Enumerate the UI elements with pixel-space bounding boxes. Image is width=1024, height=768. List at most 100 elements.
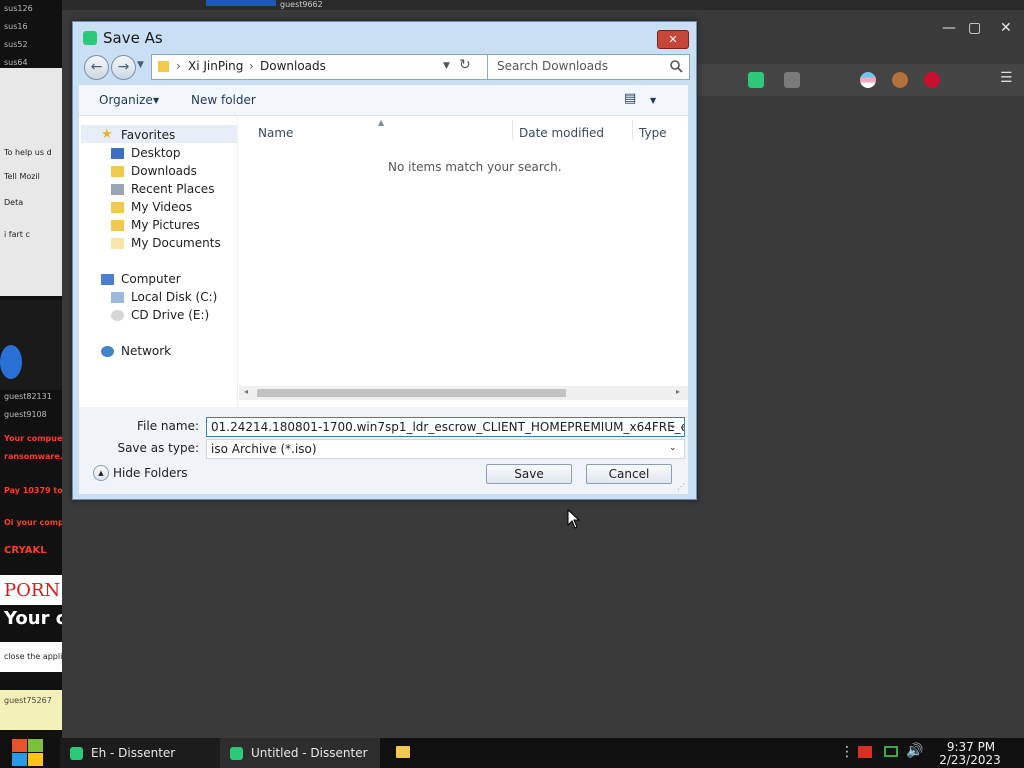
back-arrow-icon[interactable]: ← [84, 55, 109, 80]
address-dropdown-icon[interactable]: ▼ [443, 61, 450, 71]
nav-network[interactable]: Network [121, 344, 171, 358]
column-header-type[interactable]: Type [639, 126, 667, 140]
nav-favorites[interactable]: Favorites [121, 128, 175, 142]
recent-locations-chevron-icon[interactable]: ▼ [137, 60, 144, 70]
column-header-date-modified[interactable]: Date modified [519, 126, 604, 140]
scroll-right-icon[interactable]: ▸ [676, 387, 680, 396]
save-as-type-value: iso Archive (*.iso) [211, 442, 317, 456]
strip-text: Deta [4, 198, 24, 207]
clock-date[interactable]: 2/23/2023 [938, 753, 1002, 767]
maximize-icon[interactable]: ▢ [968, 20, 981, 36]
recent-places-icon [111, 184, 124, 195]
strip-text: PORN [4, 580, 61, 601]
column-divider[interactable] [512, 120, 513, 140]
dissenter-icon [70, 747, 83, 760]
forward-arrow-icon[interactable]: → [111, 55, 136, 80]
save-as-type-select[interactable]: iso Archive (*.iso) [206, 439, 685, 459]
ublock-extension-icon[interactable] [924, 72, 940, 88]
navigation-pane: ★ Favorites Desktop Downloads Recent Pla… [79, 116, 238, 407]
nav-item-recent-places[interactable]: Recent Places [131, 182, 214, 196]
nav-item-local-disk[interactable]: Local Disk (C:) [131, 290, 217, 304]
column-divider[interactable] [632, 120, 633, 140]
nav-item-desktop[interactable]: Desktop [131, 146, 181, 160]
strip-text: To help us d [4, 148, 52, 157]
star-icon: ★ [101, 127, 113, 142]
file-explorer-icon[interactable] [396, 746, 410, 758]
taskbar-item-untitled-dissenter[interactable]: Untitled - Dissenter [220, 738, 380, 768]
downloads-folder-icon [111, 166, 124, 177]
pictures-folder-icon [111, 220, 124, 231]
background-chat-strip: sus126 sus16 sus52 sus64 To help us d Te… [0, 0, 62, 738]
breadcrumb-item[interactable]: Downloads [260, 59, 326, 73]
hide-folders-button[interactable]: Hide Folders [113, 466, 188, 480]
nav-item-my-pictures[interactable]: My Pictures [131, 218, 200, 232]
windows-start-icon[interactable] [10, 738, 44, 768]
close-icon[interactable]: ✕ [1000, 20, 1012, 36]
strip-text: close the applica [4, 652, 62, 661]
organize-chevron-icon[interactable]: ▼ [153, 96, 159, 105]
column-header-name[interactable]: Name [258, 126, 293, 140]
background-top-text: guest9662 [280, 0, 323, 9]
save-as-type-label: Save as type: [117, 441, 199, 455]
file-list: Name ▲ Date modified Type No items match… [239, 116, 688, 407]
network-icon [101, 346, 114, 357]
taskbar-item-eh-dissenter[interactable]: Eh - Dissenter [60, 738, 220, 768]
scroll-left-icon[interactable]: ◂ [244, 387, 248, 396]
strip-text: Your compuer was [4, 434, 62, 443]
taskbar-item-label: Eh - Dissenter [91, 746, 176, 760]
strip-text: sus52 [4, 40, 28, 49]
menu-icon[interactable]: ☰ [1000, 70, 1013, 86]
network-monitor-icon[interactable] [884, 746, 898, 757]
shield-extension-icon[interactable] [784, 72, 800, 88]
new-folder-button[interactable]: New folder [191, 93, 256, 107]
refresh-icon[interactable]: ↻ [459, 57, 471, 73]
local-disk-icon [111, 292, 124, 303]
dialog-title: Save As [103, 29, 163, 47]
cd-drive-icon [111, 310, 124, 321]
action-center-flag-icon[interactable] [858, 746, 872, 758]
mouse-cursor-icon [567, 509, 581, 529]
nav-item-downloads[interactable]: Downloads [131, 164, 197, 178]
strip-text: Pay 10379 to get your [4, 486, 62, 495]
dissenter-extension-icon[interactable] [748, 72, 764, 88]
nav-item-cd-drive[interactable]: CD Drive (E:) [131, 308, 209, 322]
save-options-panel: File name: 01.24214.180801-1700.win7sp1_… [79, 407, 688, 494]
breadcrumb-separator-icon: › [176, 59, 181, 73]
strip-text: guest82131 [4, 392, 52, 401]
nav-item-my-documents[interactable]: My Documents [131, 236, 221, 250]
clock-time[interactable]: 9:37 PM [946, 740, 996, 754]
save-as-type-dropdown-icon[interactable]: ⌄ [669, 443, 677, 453]
strip-text: Tell Mozil [4, 172, 40, 181]
horizontal-scrollbar[interactable]: ◂ ▸ [239, 386, 688, 400]
strip-text: Your c [4, 608, 62, 629]
file-name-dropdown-icon[interactable]: ⌄ [669, 421, 677, 431]
strip-text: sus64 [4, 58, 28, 67]
strip-text: sus16 [4, 22, 28, 31]
strip-text: i fart c [4, 230, 30, 239]
minimize-icon[interactable]: — [942, 20, 956, 36]
sort-ascending-icon: ▲ [378, 118, 385, 127]
tray-overflow-icon[interactable]: ⋮ [840, 744, 854, 760]
hide-folders-chevron-icon[interactable]: ▲ [93, 465, 109, 481]
volume-icon[interactable]: 🔊 [906, 743, 923, 759]
file-name-input[interactable]: 01.24214.180801-1700.win7sp1_ldr_escrow_… [206, 417, 685, 437]
nav-computer[interactable]: Computer [121, 272, 181, 286]
organize-button[interactable]: Organize [99, 93, 153, 107]
close-button[interactable]: ✕ [657, 30, 689, 49]
avatar-extension-icon[interactable] [892, 72, 908, 88]
flag-extension-icon[interactable] [860, 72, 876, 88]
scrollbar-thumb[interactable] [257, 389, 566, 397]
strip-text: sus126 [4, 4, 33, 13]
cancel-button[interactable]: Cancel [586, 464, 672, 484]
save-button[interactable]: Save [486, 464, 572, 484]
breadcrumb-item[interactable]: Xi JinPing [188, 59, 243, 73]
documents-folder-icon [111, 238, 124, 249]
search-input[interactable]: Search Downloads [487, 54, 690, 80]
strip-text: guest9108 [4, 410, 47, 419]
view-options-chevron-icon[interactable]: ▼ [650, 96, 656, 105]
search-icon[interactable] [670, 60, 683, 73]
nav-item-my-videos[interactable]: My Videos [131, 200, 192, 214]
resize-grip-icon[interactable]: ⋰ [677, 482, 685, 491]
view-options-icon[interactable]: ▤ [624, 91, 636, 106]
dissenter-app-icon [83, 31, 97, 45]
